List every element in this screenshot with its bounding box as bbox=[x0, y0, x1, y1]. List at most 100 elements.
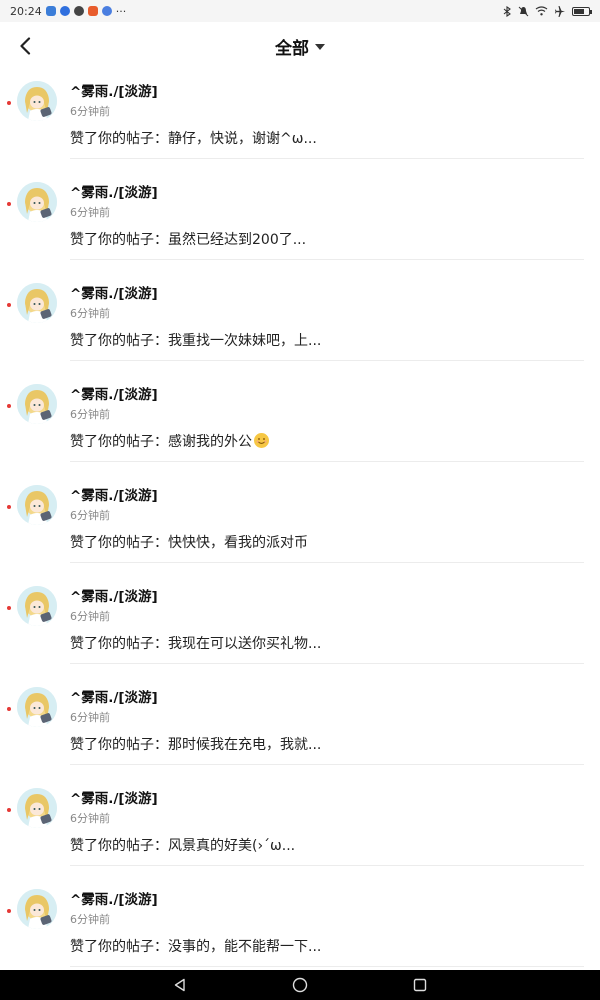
timestamp: 6分钟前 bbox=[70, 307, 110, 320]
user-name[interactable]: ^雾雨./[淡游] bbox=[70, 383, 158, 403]
more-notifications-icon: ··· bbox=[115, 4, 127, 18]
unread-dot bbox=[7, 101, 11, 105]
bluetooth-icon bbox=[503, 5, 511, 17]
unread-dot bbox=[7, 606, 11, 610]
mute-icon bbox=[518, 6, 529, 16]
notification-content[interactable]: 赞了你的帖子：风景真的好美(›´ω... bbox=[70, 835, 295, 855]
user-name[interactable]: ^雾雨./[淡游] bbox=[70, 686, 158, 706]
status-bar-left: 20:24 ··· bbox=[10, 6, 126, 17]
app-notification-icon bbox=[59, 6, 70, 16]
app-notification-icon bbox=[45, 6, 56, 16]
avatar[interactable] bbox=[17, 889, 57, 929]
user-name[interactable]: ^雾雨./[淡游] bbox=[70, 787, 158, 807]
unread-dot bbox=[7, 707, 11, 711]
notification-item[interactable]: ^雾雨./[淡游] 6分钟前 赞了你的帖子：快快快，看我的派对币 bbox=[0, 478, 600, 579]
notification-text: 赞了你的帖子：我现在可以送你买礼物... bbox=[70, 636, 322, 652]
divider bbox=[70, 461, 584, 462]
avatar[interactable] bbox=[17, 81, 57, 121]
notification-text: 赞了你的帖子：快快快，看我的派对币 bbox=[70, 535, 308, 551]
divider bbox=[70, 158, 584, 159]
unread-dot bbox=[7, 909, 11, 913]
app-notification-icon bbox=[101, 6, 112, 16]
divider bbox=[70, 966, 584, 967]
timestamp: 6分钟前 bbox=[70, 812, 110, 825]
avatar[interactable] bbox=[17, 283, 57, 323]
page-title: 全部 bbox=[275, 38, 309, 59]
notification-item[interactable]: ^雾雨./[淡游] 6分钟前 赞了你的帖子：虽然已经达到200了... bbox=[0, 175, 600, 276]
notification-text: 赞了你的帖子：静仔，快说，谢谢^ω... bbox=[70, 131, 317, 147]
status-time: 20:24 bbox=[10, 4, 42, 18]
user-name[interactable]: ^雾雨./[淡游] bbox=[70, 888, 158, 908]
avatar[interactable] bbox=[17, 384, 57, 424]
status-bar: 20:24 ··· bbox=[0, 0, 600, 22]
avatar[interactable] bbox=[17, 788, 57, 828]
unread-dot bbox=[7, 202, 11, 206]
unread-dot bbox=[7, 808, 11, 812]
unread-dot bbox=[7, 303, 11, 307]
notification-content[interactable]: 赞了你的帖子：静仔，快说，谢谢^ω... bbox=[70, 128, 317, 148]
system-navigation-bar bbox=[0, 970, 600, 1000]
divider bbox=[70, 865, 584, 866]
notification-content[interactable]: 赞了你的帖子：感谢我的外公 bbox=[70, 431, 269, 451]
triangle-back-icon bbox=[174, 978, 185, 992]
notification-list: ^雾雨./[淡游] 6分钟前 赞了你的帖子：静仔，快说，谢谢^ω... ^雾雨.… bbox=[0, 74, 600, 983]
unread-dot bbox=[7, 505, 11, 509]
notification-item[interactable]: ^雾雨./[淡游] 6分钟前 赞了你的帖子：那时候我在充电，我就... bbox=[0, 680, 600, 781]
avatar[interactable] bbox=[17, 182, 57, 222]
timestamp: 6分钟前 bbox=[70, 610, 110, 623]
status-bar-right bbox=[502, 5, 592, 17]
notification-content[interactable]: 赞了你的帖子：虽然已经达到200了... bbox=[70, 229, 306, 249]
divider bbox=[70, 259, 584, 260]
notification-item[interactable]: ^雾雨./[淡游] 6分钟前 赞了你的帖子：感谢我的外公 bbox=[0, 377, 600, 478]
notification-text: 赞了你的帖子：虽然已经达到200了... bbox=[70, 232, 307, 248]
user-name[interactable]: ^雾雨./[淡游] bbox=[70, 484, 158, 504]
notification-item[interactable]: ^雾雨./[淡游] 6分钟前 赞了你的帖子：我重找一次妹妹吧，上... bbox=[0, 276, 600, 377]
app-notification-icon bbox=[87, 6, 98, 16]
notification-item[interactable]: ^雾雨./[淡游] 6分钟前 赞了你的帖子：没事的，能不能帮一下... bbox=[0, 882, 600, 983]
notification-content[interactable]: 赞了你的帖子：那时候我在充电，我就... bbox=[70, 734, 321, 754]
notification-text: 赞了你的帖子：那时候我在充电，我就... bbox=[70, 737, 322, 753]
timestamp: 6分钟前 bbox=[70, 711, 110, 724]
airplane-mode-icon bbox=[555, 5, 565, 17]
nav-home-button[interactable] bbox=[290, 975, 310, 995]
battery-icon bbox=[572, 6, 592, 16]
wifi-icon bbox=[535, 6, 548, 16]
divider bbox=[70, 663, 584, 664]
divider bbox=[70, 360, 584, 361]
nav-back-button[interactable] bbox=[170, 975, 190, 995]
notification-item[interactable]: ^雾雨./[淡游] 6分钟前 赞了你的帖子：风景真的好美(›´ω... bbox=[0, 781, 600, 882]
avatar[interactable] bbox=[17, 687, 57, 727]
timestamp: 6分钟前 bbox=[70, 206, 110, 219]
notification-content[interactable]: 赞了你的帖子：我现在可以送你买礼物... bbox=[70, 633, 321, 653]
smile-emoji-icon bbox=[254, 433, 269, 448]
nav-recents-button[interactable] bbox=[410, 975, 430, 995]
timestamp: 6分钟前 bbox=[70, 509, 110, 522]
divider bbox=[70, 764, 584, 765]
app-notification-icon bbox=[73, 6, 84, 16]
timestamp: 6分钟前 bbox=[70, 913, 110, 926]
user-name[interactable]: ^雾雨./[淡游] bbox=[70, 282, 158, 302]
notification-text: 赞了你的帖子：风景真的好美(›´ω... bbox=[70, 838, 296, 854]
timestamp: 6分钟前 bbox=[70, 105, 110, 118]
user-name[interactable]: ^雾雨./[淡游] bbox=[70, 181, 158, 201]
avatar[interactable] bbox=[17, 485, 57, 525]
notification-content[interactable]: 赞了你的帖子：没事的，能不能帮一下... bbox=[70, 936, 321, 956]
square-recents-icon bbox=[413, 978, 427, 992]
notification-item[interactable]: ^雾雨./[淡游] 6分钟前 赞了你的帖子：我现在可以送你买礼物... bbox=[0, 579, 600, 680]
avatar[interactable] bbox=[17, 586, 57, 626]
notification-text: 赞了你的帖子：我重找一次妹妹吧，上... bbox=[70, 333, 322, 349]
notification-content[interactable]: 赞了你的帖子：我重找一次妹妹吧，上... bbox=[70, 330, 321, 350]
top-app-bar: 全部 bbox=[0, 22, 600, 70]
circle-home-icon bbox=[292, 977, 308, 993]
caret-down-icon bbox=[315, 44, 325, 50]
filter-dropdown[interactable]: 全部 bbox=[0, 22, 600, 70]
notification-text: 赞了你的帖子：感谢我的外公 bbox=[70, 434, 252, 450]
unread-dot bbox=[7, 404, 11, 408]
user-name[interactable]: ^雾雨./[淡游] bbox=[70, 80, 158, 100]
divider bbox=[70, 562, 584, 563]
user-name[interactable]: ^雾雨./[淡游] bbox=[70, 585, 158, 605]
notification-content[interactable]: 赞了你的帖子：快快快，看我的派对币 bbox=[70, 532, 308, 552]
timestamp: 6分钟前 bbox=[70, 408, 110, 421]
notification-text: 赞了你的帖子：没事的，能不能帮一下... bbox=[70, 939, 322, 955]
notification-item[interactable]: ^雾雨./[淡游] 6分钟前 赞了你的帖子：静仔，快说，谢谢^ω... bbox=[0, 74, 600, 175]
